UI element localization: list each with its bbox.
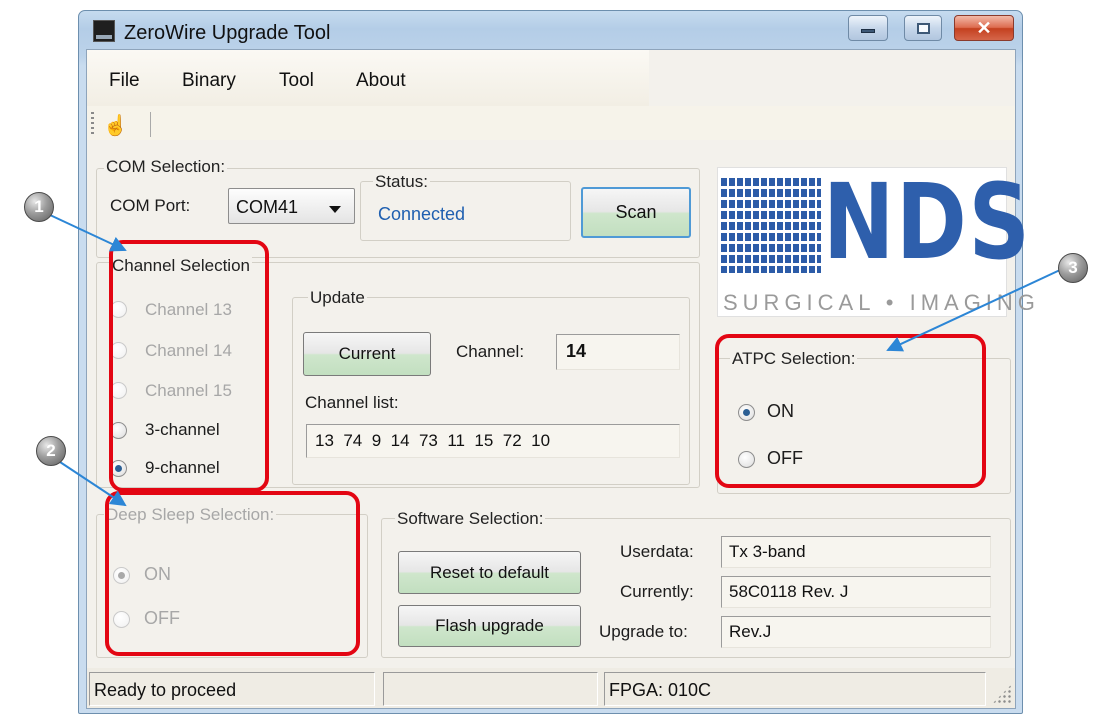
annotation-badge-1: 1: [24, 192, 54, 222]
arrow-2: [59, 461, 127, 507]
annotation-arrows: [49, 214, 1061, 507]
annotation-badge-3: 3: [1058, 253, 1088, 283]
annotation-badge-2: 2: [36, 436, 66, 466]
arrow-1: [49, 214, 127, 252]
arrow-3: [886, 269, 1061, 352]
